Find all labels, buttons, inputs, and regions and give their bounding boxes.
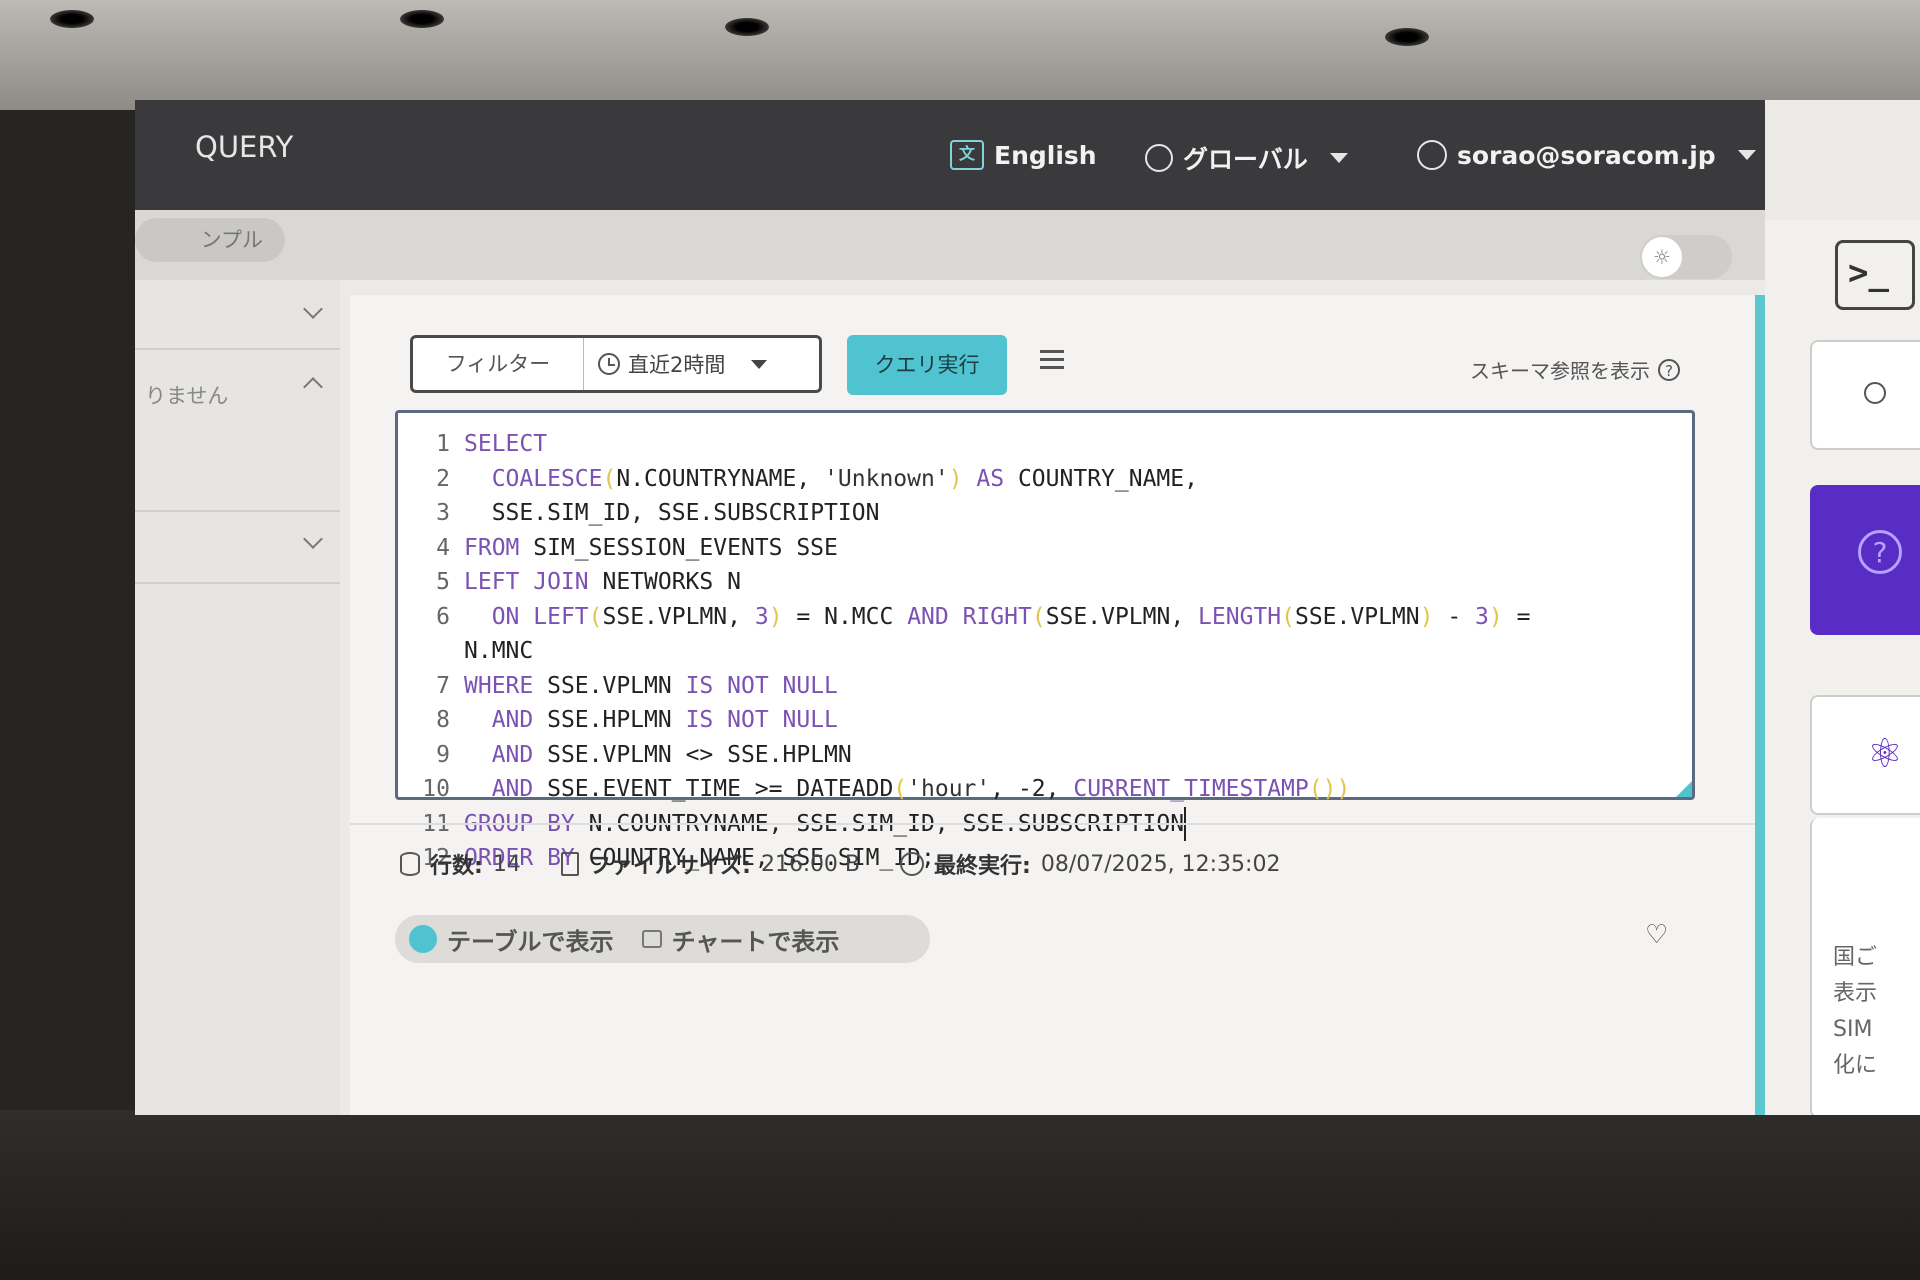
- code-line: 9 AND SSE.VPLMN <> SSE.HPLMN: [436, 741, 852, 768]
- chevron-down-icon: [303, 299, 323, 319]
- database-icon: [400, 852, 420, 876]
- chevron-down-icon: [751, 359, 768, 369]
- translate-icon: 文: [950, 140, 984, 170]
- history-icon: [1864, 382, 1886, 404]
- sub-bar: [135, 210, 1765, 280]
- help-icon: ?: [1858, 530, 1902, 574]
- code-line: 5 LEFT JOIN NETWORKS N: [436, 569, 741, 595]
- file-size: ファイルサイズ: 216.00 B: [560, 848, 860, 880]
- code-line: 4 FROM SIM_SESSION_EVENTS SSE: [436, 534, 838, 561]
- schema-link-label: スキーマ参照を表示: [1470, 359, 1650, 383]
- table-view-button[interactable]: テーブルで表示: [395, 915, 628, 963]
- row-count: 行数: 14: [400, 848, 521, 880]
- app-title: QUERY: [195, 130, 294, 164]
- left-section[interactable]: [135, 280, 340, 350]
- view-toggle: テーブルで表示 チャートで表示: [395, 915, 930, 963]
- sample-tab[interactable]: ンプル: [135, 218, 285, 262]
- ceiling-light: [400, 10, 444, 28]
- language-selector[interactable]: 文 English: [950, 140, 1097, 170]
- user-menu[interactable]: sorao@soracom.jp: [1417, 140, 1756, 170]
- theme-toggle[interactable]: ☼: [1640, 235, 1732, 279]
- last-run: 最終実行: 08/07/2025, 12:35:02: [900, 848, 1280, 880]
- sun-icon: ☼: [1642, 237, 1682, 277]
- code-line: 7 WHERE SSE.VPLMN IS NOT NULL: [436, 672, 838, 699]
- code-line: 8 AND SSE.HPLMN IS NOT NULL: [436, 707, 838, 733]
- result-stats: 行数: 14 ファイルサイズ: 216.00 B 最終実行: 08/07/2025, …: [400, 848, 1280, 880]
- favorite-heart-icon[interactable]: ♡: [1645, 920, 1668, 950]
- filter-button[interactable]: フィルター: [413, 338, 584, 390]
- sql-editor[interactable]: 1 SELECT 2 COALESCE(N.COUNTRYNAME, 'Unkno…: [395, 410, 1695, 871]
- filter-group: フィルター 直近2時間: [410, 335, 822, 393]
- ceiling-light: [1385, 28, 1429, 46]
- ceiling-light: [50, 10, 94, 28]
- help-icon: ?: [1658, 358, 1680, 381]
- room-floor: [0, 1110, 1920, 1280]
- top-bar: QUERY 文 English グローバル sorao@soracom.jp: [135, 100, 1765, 210]
- region-label: グローバル: [1183, 145, 1308, 174]
- code-line: 6 ON LEFT(SSE.VPLMN, 3) = N.MCC AND RIGH…: [436, 603, 1531, 630]
- divider: [350, 823, 1795, 825]
- code-line: N.MNC: [464, 638, 534, 664]
- left-section[interactable]: [135, 350, 340, 512]
- code-line: 2 COALESCE(N.COUNTRYNAME, 'Unknown') AS …: [436, 465, 1198, 492]
- chevron-down-icon: [1329, 153, 1348, 163]
- left-section[interactable]: [135, 512, 340, 584]
- atom-icon: ⚛: [1867, 731, 1903, 777]
- chevron-down-icon: [1737, 150, 1756, 160]
- ai-assistant-button[interactable]: ⚛: [1810, 695, 1920, 815]
- chart-view-button[interactable]: チャートで表示: [628, 915, 854, 963]
- ceiling-light: [725, 18, 769, 36]
- run-query-button[interactable]: クエリ実行: [847, 335, 1007, 395]
- left-panel: りません: [135, 280, 340, 1115]
- globe-icon: [1145, 144, 1173, 172]
- chevron-down-icon: [303, 529, 323, 549]
- empty-message: りません: [145, 384, 229, 408]
- language-label: English: [994, 140, 1097, 170]
- projected-screen: QUERY 文 English グローバル sorao@soracom.jp ン…: [135, 100, 1920, 1115]
- terminal-icon[interactable]: >_: [1835, 240, 1915, 310]
- chart-icon: [641, 930, 662, 948]
- code-line: 3 SSE.SIM_ID, SSE.SUBSCRIPTION: [436, 500, 880, 526]
- time-range-label: 直近2時間: [628, 353, 726, 377]
- query-panel: フィルター 直近2時間 クエリ実行 スキーマ参照を表示 ? 1 SELECT 2 …: [350, 295, 1795, 1115]
- user-icon: [1417, 140, 1447, 170]
- time-range-select[interactable]: 直近2時間: [584, 349, 819, 379]
- help-panel[interactable]: ?: [1810, 485, 1920, 635]
- chevron-up-icon: [303, 377, 323, 397]
- code-line: 10 AND SSE.EVENT_TIME >= DATEADD('hour',…: [422, 776, 1351, 802]
- assistant-text: 国ご 表示 SIM 化に: [1833, 945, 1878, 1078]
- history-icon: [900, 852, 925, 876]
- history-panel-button[interactable]: [1810, 340, 1920, 450]
- show-schema-link[interactable]: スキーマ参照を表示 ?: [1470, 355, 1680, 384]
- user-email: sorao@soracom.jp: [1457, 140, 1716, 170]
- room-ceiling: [0, 0, 1920, 110]
- format-icon[interactable]: [1040, 350, 1064, 374]
- code-line: 1 SELECT: [436, 431, 548, 457]
- resize-handle[interactable]: [1676, 781, 1692, 797]
- region-selector[interactable]: グローバル: [1145, 140, 1348, 176]
- right-rail: >_ ? ⚛ 国ご 表示 SIM 化に: [1765, 220, 1920, 1115]
- table-icon: [409, 925, 437, 953]
- file-icon: [560, 852, 579, 876]
- clock-icon: [598, 353, 620, 375]
